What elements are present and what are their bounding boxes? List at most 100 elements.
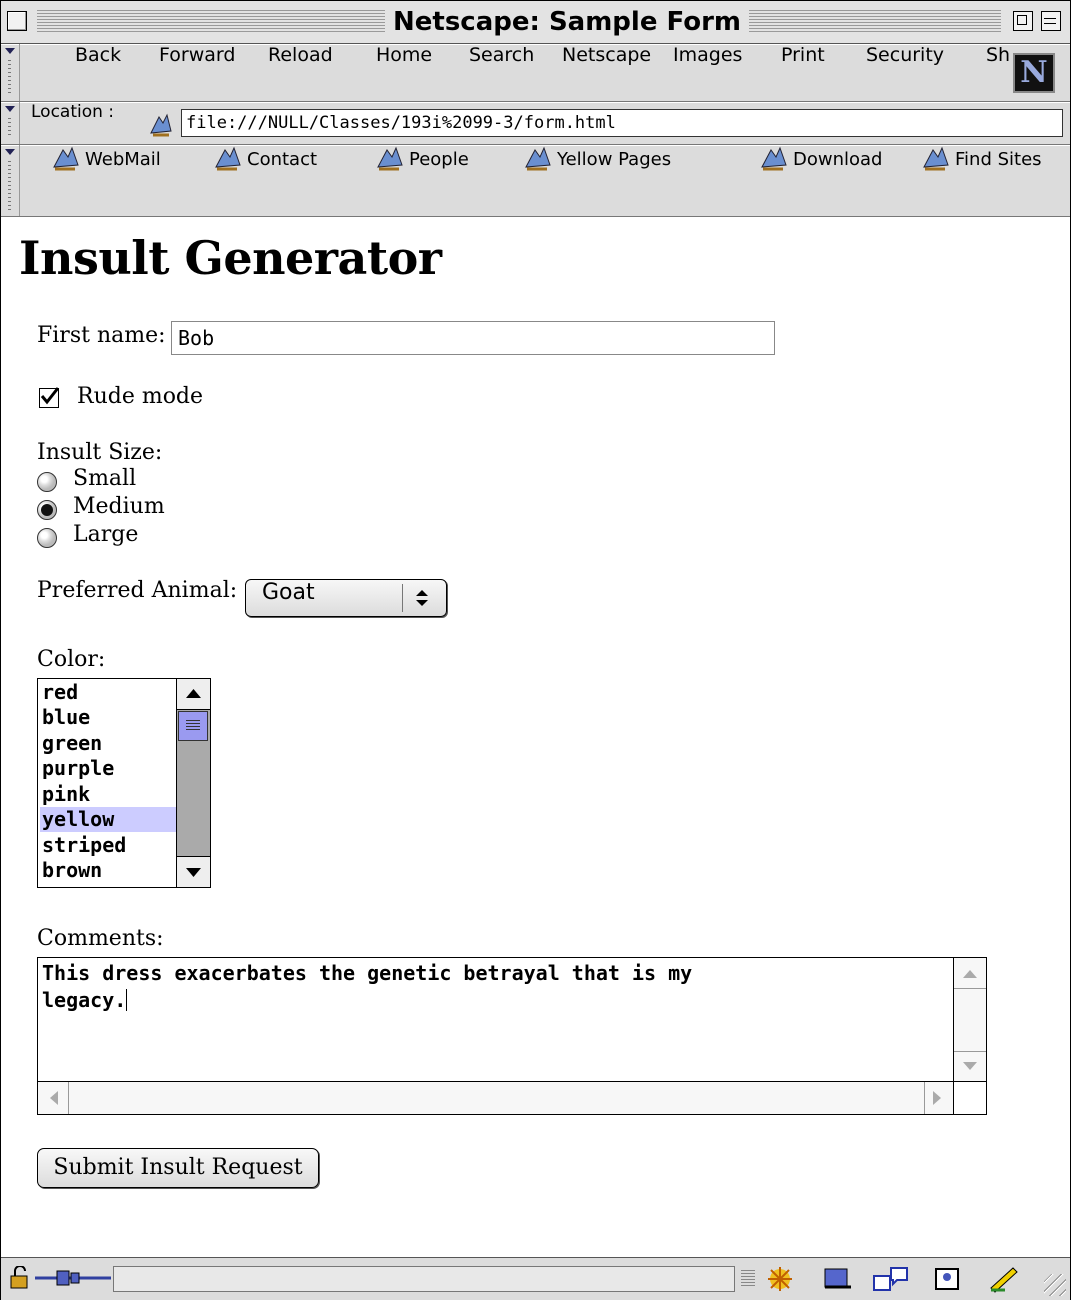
- window-title: Netscape: Sample Form: [385, 7, 750, 37]
- scrollbar-corner: [953, 1081, 986, 1114]
- padlock-icon[interactable]: [9, 1266, 31, 1290]
- netscape-button[interactable]: Netscape: [562, 44, 651, 100]
- composer-icon[interactable]: [987, 1264, 1021, 1294]
- radio-medium[interactable]: [37, 500, 57, 520]
- animal-label: Preferred Animal:: [37, 578, 238, 603]
- list-item[interactable]: blue: [40, 705, 176, 730]
- bookmark-label: Find Sites: [955, 149, 1042, 170]
- rude-mode-label: Rude mode: [77, 384, 204, 409]
- radio-medium-label: Medium: [73, 494, 165, 519]
- bookmark-label: Yellow Pages: [557, 149, 672, 170]
- animal-select[interactable]: Goat: [245, 579, 447, 617]
- shop-button[interactable]: Sh: [986, 44, 1013, 100]
- text-caret: [126, 989, 128, 1011]
- page-proxy-icon[interactable]: [147, 111, 175, 137]
- status-message-field: [113, 1266, 735, 1292]
- home-button[interactable]: Home: [376, 44, 432, 100]
- scrollbar-divider: [954, 1051, 986, 1052]
- first-name-label: First name:: [37, 323, 166, 348]
- bookmark-yellow-pages[interactable]: Yellow Pages: [523, 145, 671, 195]
- listbox-scrollbar[interactable]: [176, 679, 210, 887]
- images-button[interactable]: Images: [673, 44, 742, 100]
- browser-window: Netscape: Sample Form Back Forward Reloa…: [0, 0, 1071, 1300]
- toolbar-grip[interactable]: [1, 102, 20, 144]
- scroll-right-arrow-icon[interactable]: [933, 1091, 941, 1105]
- submit-button[interactable]: Submit Insult Request: [37, 1148, 319, 1188]
- address-book-icon[interactable]: [931, 1264, 965, 1294]
- location-toolbar: Location : file:///NULL/Classes/193i%209…: [1, 102, 1070, 145]
- bookmark-icon: [525, 146, 551, 171]
- scrollbar-divider: [954, 988, 986, 989]
- color-listbox[interactable]: red blue green purple pink yellow stripe…: [37, 678, 211, 888]
- rude-mode-checkbox[interactable]: [39, 387, 60, 408]
- comments-textarea[interactable]: This dress exacerbates the genetic betra…: [37, 957, 987, 1115]
- list-item[interactable]: pink: [40, 782, 176, 807]
- location-label: Location :: [31, 102, 115, 122]
- netscape-logo[interactable]: N: [1013, 53, 1055, 93]
- toolbar-grip[interactable]: [1, 44, 20, 101]
- zoom-box[interactable]: [1013, 11, 1033, 31]
- security-button[interactable]: Security: [866, 44, 944, 100]
- color-label: Color:: [37, 647, 106, 672]
- radio-large-label: Large: [73, 522, 139, 547]
- component-bar-grip[interactable]: [741, 1270, 755, 1288]
- list-item[interactable]: green: [40, 731, 176, 756]
- select-divider: [402, 584, 403, 612]
- bookmark-icon: [923, 146, 949, 171]
- close-box[interactable]: [7, 11, 27, 31]
- up-down-arrows-icon: [416, 590, 428, 606]
- resize-grip[interactable]: [1044, 1274, 1066, 1296]
- list-item[interactable]: red: [40, 680, 176, 705]
- bookmark-people[interactable]: People: [375, 145, 469, 195]
- list-item[interactable]: brown: [40, 858, 176, 883]
- radio-small[interactable]: [37, 472, 57, 492]
- scroll-down-arrow-icon[interactable]: [963, 1062, 977, 1070]
- horizontal-scrollbar[interactable]: [38, 1081, 955, 1114]
- vertical-scrollbar[interactable]: [953, 958, 986, 1082]
- scroll-up-arrow-icon[interactable]: [963, 970, 977, 978]
- back-button[interactable]: Back: [75, 44, 121, 100]
- forward-button[interactable]: Forward: [159, 44, 235, 100]
- bookmark-icon: [215, 146, 241, 171]
- radio-large[interactable]: [37, 528, 57, 548]
- bookmark-webmail[interactable]: WebMail: [51, 145, 161, 195]
- scroll-left-arrow-icon[interactable]: [50, 1091, 58, 1105]
- up-arrow-icon: [186, 689, 201, 698]
- bookmark-icon: [53, 146, 79, 171]
- reload-button[interactable]: Reload: [268, 44, 333, 100]
- netscape-logo-letter: N: [1020, 55, 1048, 90]
- first-name-input[interactable]: Bob: [171, 321, 775, 355]
- list-item[interactable]: striped: [40, 833, 176, 858]
- toolbar-grip[interactable]: [1, 145, 20, 216]
- checkmark-icon: [40, 387, 60, 405]
- bookmark-icon: [377, 146, 403, 171]
- bookmark-download[interactable]: Download: [759, 145, 882, 195]
- navigator-icon[interactable]: [763, 1264, 797, 1294]
- page-content: Insult Generator First name: Bob Rude mo…: [1, 217, 1070, 1257]
- newsgroups-icon[interactable]: [871, 1264, 911, 1294]
- location-url-field[interactable]: file:///NULL/Classes/193i%2099-3/form.ht…: [181, 109, 1063, 137]
- radio-small-label: Small: [73, 466, 137, 491]
- print-button[interactable]: Print: [781, 44, 825, 100]
- title-bar[interactable]: Netscape: Sample Form: [1, 1, 1070, 44]
- search-button[interactable]: Search: [469, 44, 534, 100]
- bookmark-find-sites[interactable]: Find Sites: [921, 145, 1042, 195]
- bookmark-label: People: [409, 149, 469, 170]
- scrollbar-divider: [924, 1082, 925, 1114]
- bookmark-label: WebMail: [85, 149, 161, 170]
- bookmark-icon: [761, 146, 787, 171]
- component-bar: [741, 1264, 1051, 1294]
- scroll-thumb[interactable]: [178, 711, 208, 741]
- connection-plug-icon: [35, 1270, 111, 1286]
- navigation-toolbar: Back Forward Reload Home Search Netscape…: [1, 44, 1070, 102]
- collapse-box[interactable]: [1041, 11, 1061, 31]
- bookmark-contact[interactable]: Contact: [213, 145, 317, 195]
- mail-icon[interactable]: [821, 1264, 855, 1294]
- page-heading: Insult Generator: [19, 231, 442, 285]
- list-item[interactable]: purple: [40, 756, 176, 781]
- list-item-selected[interactable]: yellow: [40, 807, 176, 832]
- scroll-down-button[interactable]: [177, 856, 210, 887]
- animal-select-value: Goat: [262, 580, 315, 605]
- scroll-up-button[interactable]: [177, 679, 210, 710]
- insult-size-label: Insult Size:: [37, 440, 163, 465]
